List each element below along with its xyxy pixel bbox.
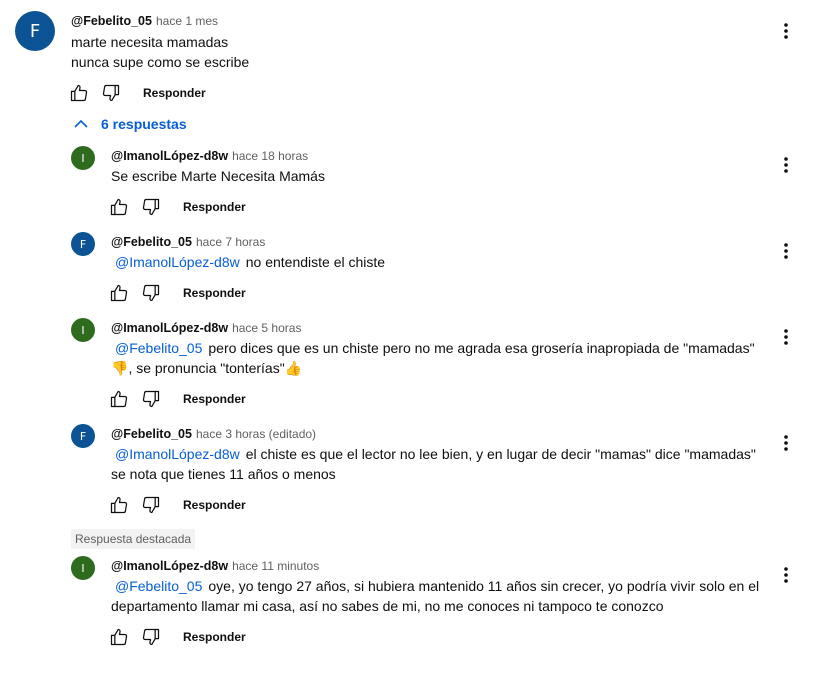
reply-text-line: departamento llamar mi casa, así no sabe…: [111, 598, 664, 614]
thumbs-down-emoji: 👎: [111, 360, 129, 376]
reply-author[interactable]: @ImanolLópez-d8w: [111, 321, 228, 335]
more-vert-icon[interactable]: [774, 153, 798, 177]
reply-text: , se pronuncia "tonterías": [128, 360, 285, 376]
reply-header: @ImanolLópez-d8w hace 11 minutos: [111, 557, 319, 575]
reply-actions: Responder: [107, 625, 246, 649]
mention-link[interactable]: @ImanolLópez-d8w: [115, 446, 240, 462]
mention-link[interactable]: @Febelito_05: [115, 578, 202, 594]
avatar-letter: F: [29, 20, 41, 42]
reply-actions: Responder: [107, 281, 246, 305]
more-vert-icon[interactable]: [774, 325, 798, 349]
thumb-up-icon[interactable]: [67, 81, 91, 105]
comment-header: @Febelito_05 hace 1 mes: [71, 12, 218, 30]
reply-time[interactable]: hace 7 horas: [196, 235, 265, 249]
reply-time[interactable]: hace 18 horas: [232, 149, 308, 163]
thumb-down-icon[interactable]: [139, 281, 163, 305]
comment-actions: Responder: [67, 81, 206, 105]
avatar[interactable]: F: [15, 11, 55, 51]
thumb-up-icon[interactable]: [107, 281, 131, 305]
avatar-letter: F: [79, 429, 87, 443]
mention-link[interactable]: @ImanolLópez-d8w: [115, 254, 240, 270]
comment-text-line: marte necesita mamadas: [71, 34, 229, 50]
avatar[interactable]: I: [71, 146, 95, 170]
thumb-up-icon[interactable]: [107, 493, 131, 517]
highlighted-reply-badge: Respuesta destacada: [71, 529, 196, 549]
thumb-up-icon[interactable]: [107, 625, 131, 649]
chevron-up-icon: [74, 119, 92, 129]
thumb-up-icon[interactable]: [107, 195, 131, 219]
reply-author[interactable]: @Febelito_05: [111, 235, 192, 249]
reply-text: pero dices que es un chiste pero no me a…: [208, 340, 755, 356]
more-vert-icon[interactable]: [774, 431, 798, 455]
reply-button[interactable]: Responder: [143, 86, 206, 100]
reply-time[interactable]: hace 3 horas (editado): [196, 427, 316, 441]
more-vert-icon[interactable]: [774, 563, 798, 587]
more-vert-icon[interactable]: [774, 239, 798, 263]
reply-header: @ImanolLópez-d8w hace 5 horas: [111, 319, 301, 337]
avatar-letter: I: [81, 561, 85, 575]
reply-actions: Responder: [107, 195, 246, 219]
comment-text-line: nunca supe como se escribe: [71, 54, 250, 70]
reply-author[interactable]: @Febelito_05: [111, 427, 192, 441]
replies-toggle-button[interactable]: 6 respuestas: [74, 116, 187, 132]
more-vert-icon[interactable]: [774, 19, 798, 43]
avatar[interactable]: I: [71, 318, 95, 342]
reply-text: no entendiste el chiste: [245, 254, 386, 270]
replies-count-label: 6 respuestas: [101, 116, 187, 132]
reply-text-line: @ImanolLópez-d8w el chiste es que el lect…: [111, 444, 756, 464]
avatar[interactable]: F: [71, 424, 95, 448]
reply-header: @Febelito_05 hace 3 horas (editado): [111, 425, 316, 443]
mention-link[interactable]: @Febelito_05: [115, 340, 202, 356]
reply-author[interactable]: @ImanolLópez-d8w: [111, 149, 228, 163]
avatar-letter: I: [81, 323, 85, 337]
thumb-down-icon[interactable]: [139, 387, 163, 411]
reply-text-line: @Febelito_05 oye, yo tengo 27 años, si hu…: [111, 576, 759, 596]
reply-author[interactable]: @ImanolLópez-d8w: [111, 559, 228, 573]
reply-button[interactable]: Responder: [183, 392, 246, 406]
reply-actions: Responder: [107, 387, 246, 411]
comment-author[interactable]: @Febelito_05: [71, 14, 152, 28]
reply-time[interactable]: hace 11 minutos: [232, 559, 319, 573]
thumb-down-icon[interactable]: [139, 195, 163, 219]
avatar-letter: I: [81, 151, 85, 165]
reply-button[interactable]: Responder: [183, 200, 246, 214]
thumb-down-icon[interactable]: [139, 493, 163, 517]
comment-time[interactable]: hace 1 mes: [156, 14, 218, 28]
thumb-down-icon[interactable]: [139, 625, 163, 649]
reply-button[interactable]: Responder: [183, 286, 246, 300]
thumb-up-icon[interactable]: [107, 387, 131, 411]
avatar[interactable]: I: [71, 556, 95, 580]
reply-button[interactable]: Responder: [183, 498, 246, 512]
reply-header: @ImanolLópez-d8w hace 18 horas: [111, 147, 308, 165]
avatar-letter: F: [79, 237, 87, 251]
reply-time[interactable]: hace 5 horas: [232, 321, 301, 335]
thumbs-up-emoji: 👍: [284, 360, 303, 376]
reply-text-line: @ImanolLópez-d8w no entendiste el chiste: [111, 252, 385, 272]
reply-text-line: se nota que tienes 11 años o menos: [111, 466, 336, 482]
reply-text-line: @Febelito_05 pero dices que es un chiste …: [111, 338, 755, 358]
reply-text-line: Se escribe Marte Necesita Mamás: [111, 168, 325, 184]
reply-button[interactable]: Responder: [183, 630, 246, 644]
reply-header: @Febelito_05 hace 7 horas: [111, 233, 265, 251]
thumb-down-icon[interactable]: [99, 81, 123, 105]
reply-text-line: 👎, se pronuncia "tonterías"👍: [111, 358, 302, 378]
reply-actions: Responder: [107, 493, 246, 517]
reply-text: oye, yo tengo 27 años, si hubiera manten…: [208, 578, 760, 594]
reply-text: el chiste es que el lector no lee bien, …: [245, 446, 756, 462]
avatar[interactable]: F: [71, 232, 95, 256]
